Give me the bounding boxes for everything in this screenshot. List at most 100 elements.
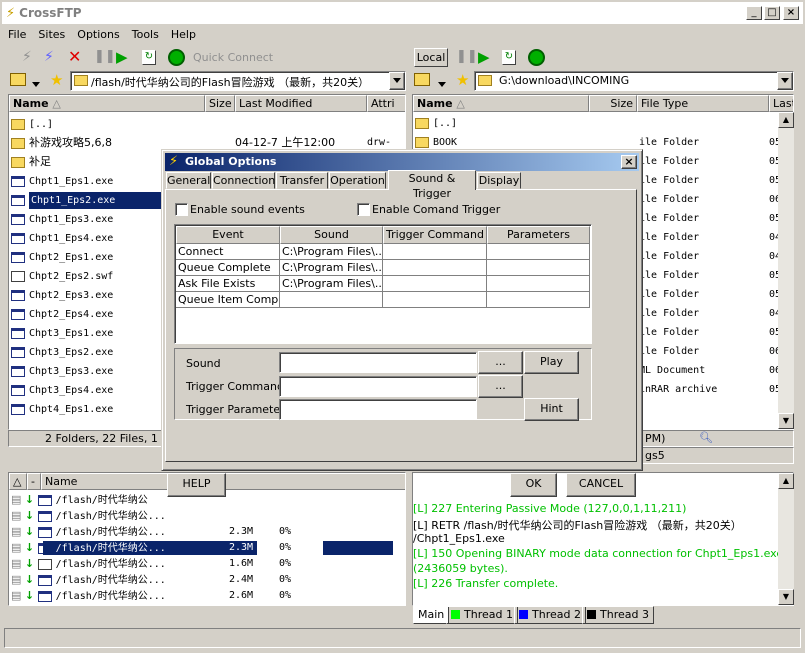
local-path-combo-arrow[interactable] — [777, 72, 793, 90]
local-globe-icon[interactable] — [528, 49, 545, 66]
tab-transfer[interactable]: Transfer — [276, 172, 328, 189]
trigger-command-input[interactable] — [279, 376, 477, 397]
grid-cell-params[interactable] — [487, 260, 590, 276]
grid-cell-event[interactable]: Ask File Exists — [176, 276, 280, 292]
list-item[interactable]: [..] — [415, 114, 791, 133]
local-pause-icon[interactable]: ❚❚ — [456, 49, 478, 64]
trigger-params-input[interactable] — [279, 399, 477, 420]
menu-tools[interactable]: Tools — [126, 28, 165, 41]
tab-sound-trigger[interactable]: Sound & Trigger — [388, 170, 476, 200]
local-col-file-type[interactable]: File Type — [637, 95, 769, 112]
grid-cell-sound[interactable]: C:\Program Files\... — [280, 260, 383, 276]
col-size[interactable]: Size — [205, 95, 235, 112]
grid-cell-event[interactable]: Connect — [176, 244, 280, 260]
grid-header-parameters[interactable]: Parameters — [487, 226, 590, 244]
ok-button[interactable]: OK — [510, 473, 557, 497]
disconnect-icon[interactable]: ⚡ — [44, 49, 54, 65]
maximize-button[interactable]: □ — [764, 6, 780, 20]
menu-options[interactable]: Options — [71, 28, 125, 41]
local-col-last[interactable]: Last — [769, 95, 793, 112]
minimize-button[interactable]: _ — [746, 6, 762, 20]
queue-col-type[interactable]: - — [27, 473, 41, 490]
pause-icon[interactable]: ❚❚ — [94, 49, 116, 64]
enable-sound-checkbox[interactable] — [175, 203, 188, 216]
log-scroll-up-button[interactable]: ▲ — [778, 473, 794, 489]
local-list-scrollbar[interactable]: ▲ ▼ — [778, 112, 794, 429]
queue-col-sort[interactable]: △ — [9, 473, 27, 490]
local-col-size[interactable]: Size — [589, 95, 637, 112]
local-refresh-icon[interactable]: ↻ — [502, 50, 516, 65]
grid-cell-trigger[interactable] — [383, 292, 487, 308]
queue-row[interactable]: ▤ ↓ /flash/时代华纳公... 2.4M 0% — [11, 572, 405, 588]
list-item[interactable]: [..] — [11, 114, 391, 133]
grid-header-sound[interactable]: Sound — [280, 226, 383, 244]
grid-cell-params[interactable] — [487, 244, 590, 260]
col-last-modified[interactable]: Last Modified — [235, 95, 367, 112]
enable-trigger-checkbox[interactable] — [357, 203, 370, 216]
play-button[interactable]: Play — [524, 351, 579, 374]
play-icon[interactable]: ▶ — [116, 48, 128, 66]
queue-row[interactable]: ▤ ↓ /flash/时代华纳公... 2.3M 0% — [11, 540, 405, 556]
help-button[interactable]: HELP — [167, 473, 226, 497]
col-name[interactable]: Name △ — [9, 95, 205, 112]
trigger-browse-button[interactable]: ... — [478, 375, 523, 398]
close-window-button[interactable]: × — [783, 6, 799, 20]
bookmark-star-icon[interactable]: ★ — [50, 71, 63, 89]
quick-connect-button[interactable]: Quick Connect — [193, 51, 273, 64]
grid-cell-event[interactable]: Queue Item Compl... — [176, 292, 280, 308]
connect-icon[interactable]: ⚡ — [22, 49, 32, 65]
grid-cell-params[interactable] — [487, 292, 590, 308]
grid-header-trigger-command[interactable]: Trigger Command — [383, 226, 487, 244]
menu-help[interactable]: Help — [165, 28, 202, 41]
local-parent-folder-icon[interactable] — [414, 73, 430, 86]
local-button[interactable]: Local — [414, 48, 448, 67]
remote-path-combo[interactable]: /flash/时代华纳公司的Flash冒险游戏 （最新，共20关） — [70, 71, 406, 91]
local-bookmark-star-icon[interactable]: ★ — [456, 71, 469, 89]
parent-folder-icon[interactable] — [10, 73, 26, 86]
grid-cell-params[interactable] — [487, 276, 590, 292]
grid-header-event[interactable]: Event — [176, 226, 280, 244]
grid-cell-event[interactable]: Queue Complete — [176, 260, 280, 276]
main-status-bar — [4, 628, 801, 648]
abort-icon[interactable]: ✕ — [68, 47, 81, 66]
local-play-icon[interactable]: ▶ — [478, 48, 490, 66]
local-dropdown-arrow-icon[interactable] — [438, 77, 446, 90]
grid-cell-trigger[interactable] — [383, 260, 487, 276]
hint-button[interactable]: Hint — [524, 398, 579, 421]
tab-thread-2[interactable]: Thread 2 — [514, 606, 586, 624]
col-attri[interactable]: Attri — [367, 95, 405, 112]
grid-cell-trigger[interactable] — [383, 244, 487, 260]
log-scrollbar[interactable]: ▲ ▼ — [778, 473, 794, 605]
scroll-up-button[interactable]: ▲ — [778, 112, 794, 128]
menu-sites[interactable]: Sites — [32, 28, 71, 41]
scroll-down-button[interactable]: ▼ — [778, 413, 794, 429]
grid-cell-sound[interactable]: C:\Program Files\... — [280, 244, 383, 260]
tab-thread-1[interactable]: Thread 1 — [446, 606, 518, 624]
dialog-close-button[interactable]: × — [621, 155, 637, 169]
tab-general[interactable]: General — [166, 172, 211, 189]
tab-main[interactable]: Main — [413, 606, 450, 624]
menu-file[interactable]: File — [2, 28, 32, 41]
queue-row[interactable]: ▤ ↓ /flash/时代华纳公... 2.6M 0% — [11, 588, 405, 604]
grid-cell-trigger[interactable] — [383, 276, 487, 292]
search-icon[interactable]: 🔍︎ — [699, 431, 713, 445]
grid-cell-sound[interactable]: C:\Program Files\... — [280, 276, 383, 292]
path-combo-arrow[interactable] — [389, 72, 405, 90]
tab-operation[interactable]: Operation — [329, 172, 386, 189]
local-col-name[interactable]: Name △ — [413, 95, 589, 112]
cancel-button[interactable]: CANCEL — [566, 473, 636, 497]
dropdown-arrow-icon[interactable] — [32, 77, 40, 90]
tab-connection[interactable]: Connection — [212, 172, 275, 189]
local-path-combo[interactable]: G:\download\INCOMING — [474, 71, 794, 91]
sound-input[interactable] — [279, 352, 477, 373]
sound-browse-button[interactable]: ... — [478, 351, 523, 374]
tab-display[interactable]: Display — [477, 172, 521, 189]
tab-thread-3[interactable]: Thread 3 — [582, 606, 654, 624]
grid-cell-sound[interactable] — [280, 292, 383, 308]
queue-row[interactable]: ▤ ↓ /flash/时代华纳公... 2.3M 0% — [11, 524, 405, 540]
queue-row[interactable]: ▤ ↓ /flash/时代华纳公... — [11, 508, 405, 524]
log-scroll-down-button[interactable]: ▼ — [778, 589, 794, 605]
green-globe-icon[interactable] — [168, 49, 185, 66]
queue-row[interactable]: ▤ ↓ /flash/时代华纳公... 1.6M 0% — [11, 556, 405, 572]
refresh-icon[interactable]: ↻ — [142, 50, 156, 65]
